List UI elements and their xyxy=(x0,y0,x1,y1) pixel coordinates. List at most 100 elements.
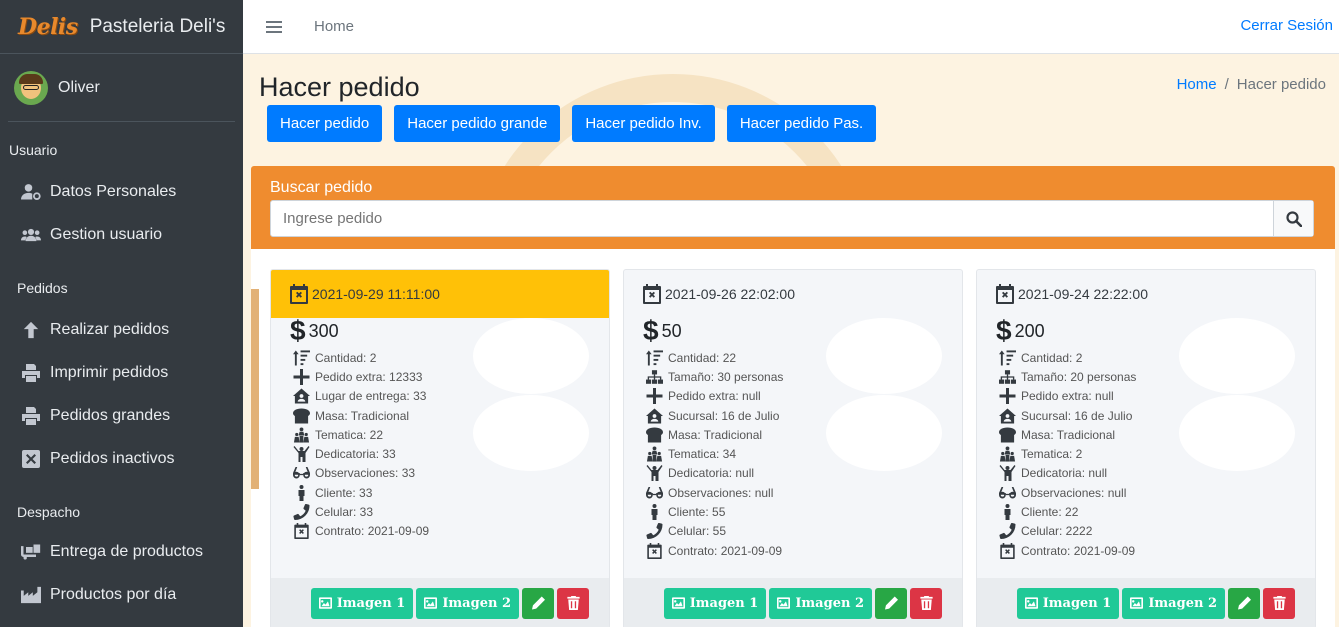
order-card-footer: Imagen 1 Imagen 2 xyxy=(624,578,962,627)
breadcrumb-current: Hacer pedido xyxy=(1236,76,1326,93)
image-icon xyxy=(424,597,442,609)
order-field-text: Pedido extra: null xyxy=(1021,389,1114,404)
edit-button[interactable] xyxy=(875,587,907,619)
sidebar-item-entrega-de-productos[interactable]: Entrega de productos xyxy=(0,530,243,573)
calendar-x-icon xyxy=(996,284,1018,304)
breadcrumb-home[interactable]: Home xyxy=(1177,76,1217,93)
sidebar-item-gestion-usuario[interactable]: Gestion usuario xyxy=(0,213,243,256)
order-field: Contrato: 2021-09-09 xyxy=(644,541,962,560)
order-field-text: Sucursal: 16 de Julio xyxy=(668,408,780,423)
house-user-icon xyxy=(997,407,1017,424)
order-field-text: Contrato: 2021-09-09 xyxy=(315,524,430,539)
image-1-label: Imagen 1 xyxy=(336,595,406,611)
search-button[interactable] xyxy=(1273,201,1313,236)
order-field-text: Pedido extra: null xyxy=(668,389,761,404)
person-raise-icon xyxy=(997,465,1017,482)
image-1-button[interactable]: Imagen 1 xyxy=(663,587,767,619)
bread-icon xyxy=(291,407,311,424)
order-field-text: Tamaño: 20 personas xyxy=(1021,369,1137,384)
child-group-icon xyxy=(291,427,311,443)
page-title: Hacer pedido xyxy=(259,72,420,102)
sidebar-item-label: Pedidos grandes xyxy=(50,406,171,424)
sidebar-item-realizar-pedidos[interactable]: Realizar pedidos xyxy=(0,308,243,351)
sidebar-item-pedidos-inactivos[interactable]: Pedidos inactivos xyxy=(0,437,243,480)
image-1-button[interactable]: Imagen 1 xyxy=(1016,587,1120,619)
bread-icon xyxy=(644,427,664,443)
hacer-pedido-grande-button[interactable]: Hacer pedido grande xyxy=(394,105,561,142)
orders-area: 2021-09-29 11:11:00 $300 Cantidad: 2 Pedido… xyxy=(251,249,1335,627)
brand-name: Pasteleria Deli's xyxy=(89,15,226,37)
calendar-x-icon xyxy=(643,284,665,304)
logout-link[interactable]: Cerrar Sesión xyxy=(1240,17,1333,34)
order-field-text: Observaciones: null xyxy=(668,485,774,500)
user-cog-icon xyxy=(20,182,42,202)
order-card: 2021-09-26 22:02:00 $50 Cantidad: 22 Tamaño… xyxy=(623,269,963,627)
image-2-button[interactable]: Imagen 2 xyxy=(1122,587,1225,619)
sort-amount-icon xyxy=(997,350,1017,366)
sidebar-item-productos-por-dia[interactable]: Productos por día xyxy=(0,573,243,616)
order-field: Contrato: 2021-09-09 xyxy=(291,522,609,541)
delete-button[interactable] xyxy=(910,587,942,619)
person-raise-icon xyxy=(644,465,664,482)
sidebar-item-label: Pedidos inactivos xyxy=(50,449,175,467)
image-2-button[interactable]: Imagen 2 xyxy=(416,587,519,619)
order-field: Celular: 55 xyxy=(644,522,962,541)
order-field-text: Celular: 33 xyxy=(315,505,374,520)
order-card-footer: Imagen 1 Imagen 2 xyxy=(977,578,1315,627)
phone-icon xyxy=(644,523,664,540)
plus-icon xyxy=(291,368,311,385)
image-1-button[interactable]: Imagen 1 xyxy=(310,587,414,619)
order-field-text: Masa: Tradicional xyxy=(315,408,410,423)
pencil-icon xyxy=(531,596,545,610)
order-field: Contrato: 2021-09-09 xyxy=(997,541,1315,560)
dollar-icon: $ xyxy=(290,315,306,346)
image-2-label: Imagen 2 xyxy=(1148,595,1217,611)
order-field: Celular: 2222 xyxy=(997,522,1315,541)
person-icon xyxy=(644,504,664,521)
image-placeholder xyxy=(1179,318,1295,394)
order-field-text: Cliente: 22 xyxy=(1021,505,1079,520)
brand[interactable]: Delis Pasteleria Deli's xyxy=(0,0,243,54)
dollar-icon: $ xyxy=(643,315,659,346)
sidebar-item-imprimir-pedidos[interactable]: Imprimir pedidos xyxy=(0,351,243,394)
nav-header-pedidos: Pedidos xyxy=(17,280,68,296)
calendar-x-icon xyxy=(644,542,664,559)
hacer-pedido-pas-button[interactable]: Hacer pedido Pas. xyxy=(726,105,877,142)
order-card: 2021-09-24 22:22:00 $200 Cantidad: 2 Tamaño… xyxy=(976,269,1316,627)
pencil-icon xyxy=(1237,596,1251,610)
arrow-up-icon xyxy=(20,320,42,340)
bread-icon xyxy=(997,427,1017,443)
edit-button[interactable] xyxy=(1228,587,1260,619)
image-placeholder xyxy=(826,318,942,394)
plus-icon xyxy=(997,388,1017,405)
user-panel[interactable]: Oliver xyxy=(8,54,235,122)
image-placeholder xyxy=(473,318,589,394)
image-2-button[interactable]: Imagen 2 xyxy=(769,587,872,619)
order-field-text: Tematica: 34 xyxy=(668,447,737,462)
nav-link-home[interactable]: Home xyxy=(314,18,354,35)
trash-icon xyxy=(1272,596,1286,610)
edit-button[interactable] xyxy=(522,587,554,619)
printer-icon xyxy=(20,363,42,383)
sidebar-item-pedidos-grandes[interactable]: Pedidos grandes xyxy=(0,394,243,437)
phone-icon xyxy=(291,504,311,521)
order-field-text: Masa: Tradicional xyxy=(668,427,763,442)
search-input[interactable] xyxy=(271,201,1273,236)
order-field-text: Observaciones: 33 xyxy=(315,466,416,481)
delete-button[interactable] xyxy=(1263,587,1295,619)
order-field-text: Contrato: 2021-09-09 xyxy=(1021,543,1136,558)
order-field: Observaciones: 33 xyxy=(291,464,609,483)
delete-button[interactable] xyxy=(557,587,589,619)
child-group-icon xyxy=(644,446,664,462)
child-group-icon xyxy=(997,446,1017,462)
sidebar-item-datos-personales[interactable]: Datos Personales xyxy=(0,170,243,213)
dollar-icon: $ xyxy=(996,315,1012,346)
search-title: Buscar pedido xyxy=(270,179,373,196)
order-field-text: Dedicatoria: 33 xyxy=(315,447,396,462)
hacer-pedido-inv-button[interactable]: Hacer pedido Inv. xyxy=(572,105,715,142)
glasses-icon xyxy=(291,465,311,481)
hacer-pedido-button[interactable]: Hacer pedido xyxy=(267,105,383,142)
image-placeholder xyxy=(473,395,589,471)
order-field: Observaciones: null xyxy=(997,483,1315,502)
menu-toggle-icon[interactable] xyxy=(266,18,282,36)
